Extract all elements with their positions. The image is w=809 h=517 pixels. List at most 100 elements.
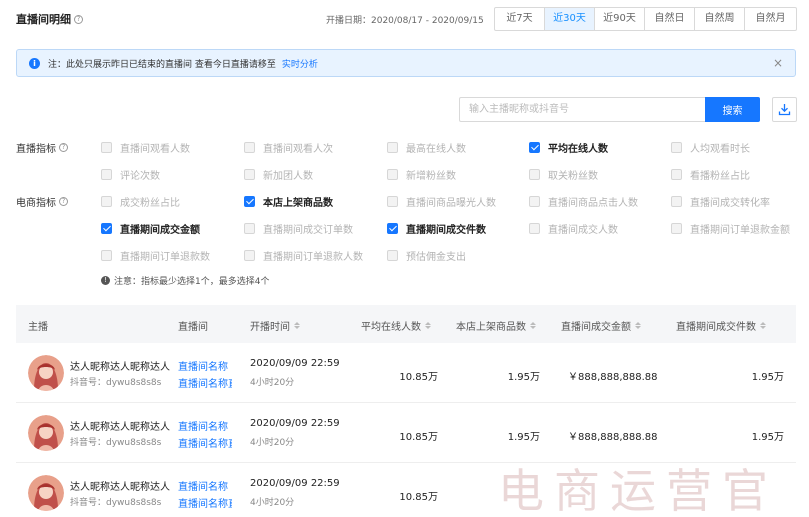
anchor-nickname[interactable]: 达人昵称达人昵称达人昵称: [70, 478, 170, 493]
th-items[interactable]: 直播期间成交件数: [676, 318, 766, 333]
indicator-label: 直播期间成交金额: [120, 225, 200, 236]
anchor-nickname[interactable]: 达人昵称达人昵称达人昵称: [70, 418, 170, 433]
indicator-checkbox[interactable]: 评论次数: [101, 167, 160, 182]
tab-natural-month[interactable]: 自然月: [745, 8, 796, 30]
close-icon[interactable]: ×: [773, 56, 783, 70]
help-icon[interactable]: ?: [59, 143, 68, 152]
sort-icon[interactable]: [425, 322, 431, 329]
indicator-checkbox[interactable]: 直播间商品曝光人数: [387, 194, 496, 209]
tab-natural-week[interactable]: 自然周: [695, 8, 745, 30]
checkbox-icon[interactable]: [387, 196, 398, 207]
th-products[interactable]: 本店上架商品数: [456, 318, 536, 333]
tab-30-days[interactable]: 近30天: [545, 8, 595, 30]
download-icon: [778, 104, 791, 116]
sort-icon[interactable]: [760, 322, 766, 329]
checkbox-icon[interactable]: [529, 169, 540, 180]
th-avg-online[interactable]: 平均在线人数: [361, 318, 431, 333]
start-time: 2020/09/09 22:59: [250, 418, 340, 429]
checkbox-icon[interactable]: [387, 250, 398, 261]
help-icon[interactable]: ?: [74, 14, 83, 24]
table-header: 主播 直播间 开播时间 平均在线人数 本店上架商品数 直播间成交金额 直播期间成…: [16, 305, 796, 343]
checkbox-icon[interactable]: [387, 142, 398, 153]
page-title-text: 直播间明细: [16, 13, 71, 26]
indicator-checkbox[interactable]: 直播间观看人次: [244, 140, 333, 155]
checkbox-icon[interactable]: [244, 169, 255, 180]
douyin-id: 抖音号：dywu8s8s8s: [70, 378, 162, 388]
room-name-link[interactable]: 直播间名称: [178, 418, 228, 433]
tab-7-days[interactable]: 近7天: [495, 8, 545, 30]
indicator-checkbox[interactable]: 直播期间订单退款金额: [671, 221, 790, 236]
search-button[interactable]: 搜索: [705, 97, 760, 122]
duration: 4小时20分: [250, 378, 295, 388]
indicator-checkbox[interactable]: 直播间成交人数: [529, 221, 618, 236]
checkbox-checked-icon[interactable]: [387, 223, 398, 234]
avatar[interactable]: [28, 355, 64, 391]
notice-text: 注：此处只展示昨日已结束的直播间 查看今日直播请移至: [48, 59, 276, 70]
checkbox-icon[interactable]: [101, 169, 112, 180]
anchor-nickname[interactable]: 达人昵称达人昵称达人昵称: [70, 358, 170, 373]
avatar[interactable]: [28, 475, 64, 511]
indicator-label: 平均在线人数: [548, 144, 608, 155]
indicator-checkbox[interactable]: 直播期间成交件数: [387, 221, 486, 236]
checkbox-icon[interactable]: [671, 169, 682, 180]
indicator-checkbox[interactable]: 新加团人数: [244, 167, 313, 182]
indicator-label: 直播期间成交订单数: [263, 225, 353, 236]
th-gmv[interactable]: 直播间成交金额: [561, 318, 641, 333]
indicator-checkbox[interactable]: 平均在线人数: [529, 140, 608, 155]
indicator-label: 新加团人数: [263, 171, 313, 182]
sort-icon[interactable]: [294, 322, 300, 329]
checkbox-icon[interactable]: [244, 142, 255, 153]
checkbox-icon[interactable]: [529, 196, 540, 207]
checkbox-checked-icon[interactable]: [244, 196, 255, 207]
room-name-link-secondary[interactable]: 直播间名称直播间名称: [178, 375, 232, 390]
indicator-checkbox[interactable]: 直播期间成交金额: [101, 221, 200, 236]
live-metrics-label: 直播指标 ?: [16, 140, 68, 155]
indicator-checkbox[interactable]: 看播粉丝占比: [671, 167, 750, 182]
ecom-metrics-label: 电商指标 ?: [16, 194, 68, 209]
room-name-link[interactable]: 直播间名称: [178, 478, 228, 493]
indicator-checkbox[interactable]: 取关粉丝数: [529, 167, 598, 182]
checkbox-icon[interactable]: [244, 223, 255, 234]
checkbox-icon[interactable]: [671, 223, 682, 234]
avg-online-value: 10.85万: [399, 432, 438, 443]
realtime-analysis-link[interactable]: 实时分析: [282, 57, 318, 70]
checkbox-icon[interactable]: [671, 142, 682, 153]
indicator-checkbox[interactable]: 直播间观看人数: [101, 140, 190, 155]
avatar[interactable]: [28, 415, 64, 451]
indicator-checkbox[interactable]: 直播期间订单退款数: [101, 248, 210, 263]
indicator-checkbox[interactable]: 直播期间成交订单数: [244, 221, 353, 236]
room-name-link[interactable]: 直播间名称: [178, 358, 228, 373]
checkbox-icon[interactable]: [101, 250, 112, 261]
notice-banner: i 注：此处只展示昨日已结束的直播间 查看今日直播请移至 实时分析 ×: [16, 49, 796, 77]
tab-90-days[interactable]: 近90天: [595, 8, 645, 30]
sort-icon[interactable]: [635, 322, 641, 329]
checkbox-icon[interactable]: [101, 196, 112, 207]
checkbox-checked-icon[interactable]: [101, 223, 112, 234]
indicator-checkbox[interactable]: 本店上架商品数: [244, 194, 333, 209]
th-start-time[interactable]: 开播时间: [250, 318, 300, 333]
indicator-checkbox[interactable]: 最高在线人数: [387, 140, 466, 155]
checkbox-icon[interactable]: [387, 169, 398, 180]
indicator-checkbox[interactable]: 直播间成交转化率: [671, 194, 770, 209]
help-icon[interactable]: ?: [59, 197, 68, 206]
room-name-link-secondary[interactable]: 直播间名称直播间名称: [178, 435, 232, 450]
checkbox-icon[interactable]: [101, 142, 112, 153]
indicator-checkbox[interactable]: 新增粉丝数: [387, 167, 456, 182]
indicator-checkbox[interactable]: 人均观看时长: [671, 140, 750, 155]
gmv-value: ￥888,888,888.88: [568, 432, 658, 443]
checkbox-icon[interactable]: [671, 196, 682, 207]
ecom-metrics-label-text: 电商指标: [16, 198, 56, 209]
checkbox-checked-icon[interactable]: [529, 142, 540, 153]
search-input[interactable]: [459, 97, 706, 122]
room-name-link-secondary[interactable]: 直播间名称直播间名称: [178, 495, 232, 510]
sort-icon[interactable]: [530, 322, 536, 329]
checkbox-icon[interactable]: [529, 223, 540, 234]
tab-natural-day[interactable]: 自然日: [645, 8, 695, 30]
indicator-checkbox[interactable]: 直播期间订单退款人数: [244, 248, 363, 263]
indicator-checkbox[interactable]: 成交粉丝占比: [101, 194, 180, 209]
table-row: 达人昵称达人昵称达人昵称抖音号：dywu8s8s8s 直播间名称直播间名称直播间名…: [16, 343, 796, 403]
download-button[interactable]: [772, 97, 797, 122]
indicator-checkbox[interactable]: 预估佣金支出: [387, 248, 466, 263]
indicator-checkbox[interactable]: 直播间商品点击人数: [529, 194, 638, 209]
checkbox-icon[interactable]: [244, 250, 255, 261]
